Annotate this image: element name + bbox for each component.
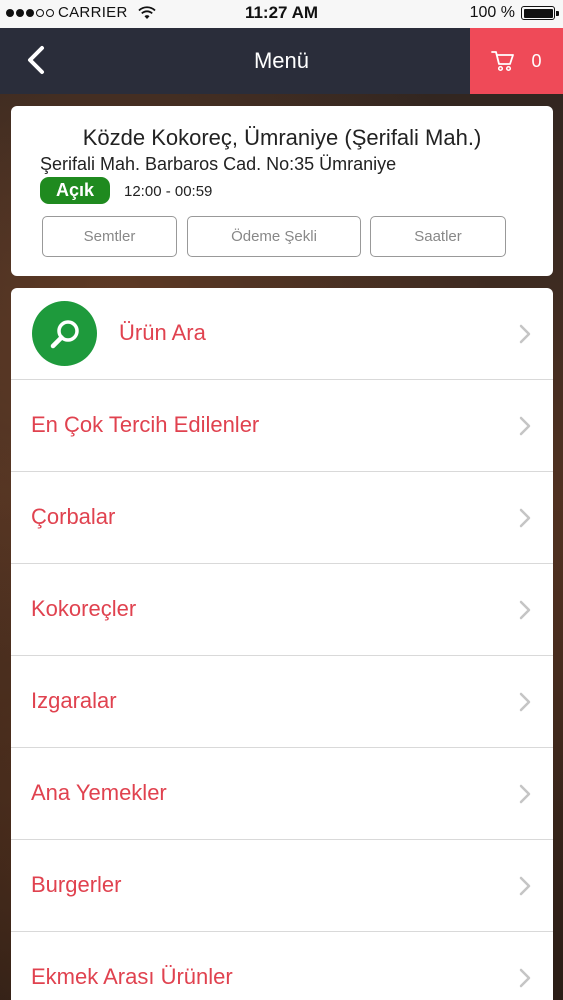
battery-percent: 100 %	[469, 4, 515, 21]
menu-row[interactable]: Kokoreçler	[11, 564, 553, 656]
menu-label: En Çok Tercih Edilenler	[31, 412, 260, 437]
chevron-right-icon	[519, 876, 531, 896]
chevron-right-icon	[519, 324, 531, 344]
opening-hours: 12:00 - 00:59	[124, 183, 213, 200]
chevron-right-icon	[519, 692, 531, 712]
menu-label: Çorbalar	[31, 504, 116, 529]
menu-label: Ana Yemekler	[31, 780, 167, 805]
menu-row[interactable]: Ana Yemekler	[11, 748, 553, 840]
menu-row[interactable]: Izgaralar	[11, 656, 553, 748]
districts-button[interactable]: Semtler	[42, 216, 177, 257]
payment-method-button[interactable]: Ödeme Şekli	[187, 216, 361, 257]
menu-label: Ekmek Arası Ürünler	[31, 964, 233, 989]
menu-category-list: Ürün Ara En Çok Tercih Edilenler Çorbala…	[11, 288, 553, 1000]
chevron-right-icon	[519, 784, 531, 804]
shopping-cart-icon	[491, 51, 515, 72]
menu-label: Burgerler	[31, 872, 122, 897]
navigation-bar: Menü 0	[0, 28, 563, 94]
restaurant-name: Közde Kokoreç, Ümraniye (Şerifali Mah.)	[82, 125, 482, 150]
chevron-right-icon	[519, 508, 531, 528]
restaurant-address: Şerifali Mah. Barbaros Cad. No:35 Ümrani…	[40, 154, 397, 174]
menu-label: Kokoreçler	[31, 596, 137, 621]
menu-label: Ürün Ara	[119, 320, 206, 345]
menu-row[interactable]: En Çok Tercih Edilenler	[11, 380, 553, 472]
status-right: 100 %	[469, 4, 559, 22]
status-bar: CARRIER 11:27 AM 100 %	[0, 0, 563, 28]
chevron-right-icon	[519, 416, 531, 436]
menu-row[interactable]: Burgerler	[11, 840, 553, 932]
menu-label: Izgaralar	[31, 688, 117, 713]
menu-row[interactable]: Ekmek Arası Ürünler	[11, 932, 553, 1000]
chevron-right-icon	[519, 600, 531, 620]
cart-button[interactable]: 0	[470, 28, 563, 94]
search-icon	[32, 301, 97, 366]
cart-count: 0	[531, 50, 542, 71]
battery-icon	[521, 6, 559, 20]
hours-button[interactable]: Saatler	[370, 216, 506, 257]
menu-row[interactable]: Çorbalar	[11, 472, 553, 564]
restaurant-info-card: Közde Kokoreç, Ümraniye (Şerifali Mah.) …	[11, 106, 553, 276]
open-status-badge: Açık	[40, 177, 110, 204]
menu-row-search[interactable]: Ürün Ara	[11, 288, 553, 380]
chevron-right-icon	[519, 968, 531, 988]
page-title: Menü	[253, 48, 310, 73]
